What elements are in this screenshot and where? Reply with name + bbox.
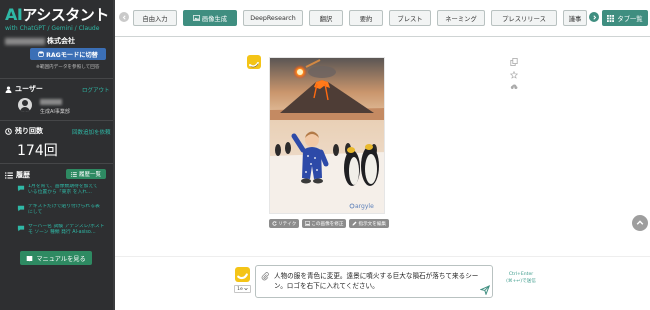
divider: [0, 163, 115, 164]
tab-scroll-left-button[interactable]: [119, 12, 129, 22]
history-section-title: 履歴: [5, 170, 30, 180]
logo-subtitle: with ChatGPT / Gemini / Claude: [5, 25, 100, 32]
database-icon: [38, 51, 44, 57]
image-watermark: argyle: [355, 203, 374, 210]
sidebar: AIアシスタント with ChatGPT / Gemini / Claude …: [0, 0, 115, 310]
rag-mode-button[interactable]: RAGモードに切替: [30, 48, 106, 60]
tab-deepresearch[interactable]: DeepResearch: [243, 10, 303, 26]
prompt-text[interactable]: 人物の服を青色に変更。遠景に噴火する巨大な隕石が落ちて来るシーン。ロゴを右下に入…: [274, 271, 479, 291]
user-department: 生成AI事業部: [40, 109, 70, 115]
scroll-to-top-button[interactable]: [632, 215, 648, 231]
chevron-up-icon: [636, 220, 644, 225]
copy-icon[interactable]: [510, 58, 518, 66]
assistant-avatar: [247, 55, 261, 69]
chevron-down-icon: [244, 287, 248, 291]
grid-icon: [607, 14, 615, 22]
retake-button[interactable]: リテイク: [269, 219, 300, 228]
refresh-icon: [272, 221, 277, 226]
chat-icon: [17, 205, 25, 212]
prompt-input[interactable]: 人物の服を青色に変更。遠景に噴火する巨大な隕石が落ちて来るシーン。ロゴを右下に入…: [255, 265, 493, 298]
app-logo: AIアシスタント: [5, 5, 109, 24]
model-select[interactable]: 1e: [234, 285, 251, 293]
edit-image-button[interactable]: この画像を修正: [302, 219, 347, 228]
list-icon: [5, 171, 13, 179]
list-icon: [71, 171, 77, 177]
avatar: [18, 98, 32, 112]
chat-icon: [17, 185, 25, 192]
divider: [0, 78, 115, 79]
divider: [0, 120, 115, 121]
logout-link[interactable]: ログアウト: [82, 86, 110, 94]
manual-button[interactable]: マニュアルを見る: [20, 251, 92, 265]
company-name-redacted: [5, 37, 45, 45]
remaining-section-title: 残り回数: [5, 126, 43, 136]
model-avatar: [235, 267, 250, 282]
divider: [115, 256, 650, 257]
chat-area: argyle リテイク この画像を修正 指示文を編集 1e 人物の服を青色に変更…: [115, 37, 650, 310]
send-shortcut-hint: Ctrl+Enter (⌘+↩)で送信: [506, 272, 536, 284]
edit-prompt-button[interactable]: 指示文を編集: [349, 219, 390, 228]
tab-scroll-right-button[interactable]: [589, 12, 599, 22]
company-name: 株式会社: [5, 36, 75, 46]
remaining-count: 174回: [17, 143, 58, 159]
pencil-icon: [352, 221, 357, 226]
banana-icon: [249, 62, 259, 68]
image-action-bar: リテイク この画像を修正 指示文を編集: [269, 219, 390, 228]
chevron-right-icon: [592, 14, 596, 20]
cloud-download-icon[interactable]: [510, 83, 518, 91]
star-icon[interactable]: [510, 71, 518, 79]
send-icon[interactable]: [480, 285, 490, 295]
banana-icon: [237, 273, 248, 280]
history-item[interactable]: 1月を育て、画像数期待を加えて いる位置から「東京 を入れ…: [17, 184, 111, 197]
image-icon: [192, 15, 200, 21]
paperclip-icon[interactable]: [261, 272, 269, 281]
clock-icon: [5, 127, 12, 135]
book-icon: [27, 255, 33, 261]
user-name-redacted: [40, 99, 62, 105]
tab-press-release[interactable]: プレスリリース: [491, 10, 557, 26]
chevron-left-icon: [122, 14, 126, 20]
tab-free-input[interactable]: 自由入力: [133, 10, 177, 26]
tab-translation[interactable]: 翻訳: [309, 10, 343, 26]
request-more-link[interactable]: 回数追加を依頼: [72, 128, 111, 136]
rag-note: ※範囲内データを参照して回答: [36, 65, 100, 70]
tab-image-generation[interactable]: 画像生成: [183, 10, 237, 26]
history-list-button[interactable]: 履歴一覧: [66, 169, 106, 179]
history-item[interactable]: サーバー名 試験 アテンスレ/ホスト モ ソーン 種類 発行 AI-asiso…: [17, 224, 111, 237]
user-section-title: ユーザー: [5, 84, 43, 94]
chat-icon: [17, 225, 25, 232]
tab-brainstorm[interactable]: ブレスト: [389, 10, 431, 26]
image-edit-icon: [305, 221, 311, 226]
tab-bar: 自由入力 画像生成 DeepResearch 翻訳 要約 ブレスト ネーミング …: [115, 0, 650, 37]
history-item[interactable]: テキストだけで貼り付けられる表 にして: [17, 204, 111, 217]
tab-naming[interactable]: ネーミング: [437, 10, 485, 26]
app-window: AIアシスタント with ChatGPT / Gemini / Claude …: [0, 0, 650, 310]
user-icon: [5, 85, 12, 93]
tab-summary[interactable]: 要約: [349, 10, 383, 26]
tab-list-button[interactable]: タブ一覧: [602, 10, 648, 26]
generated-image-art: argyle: [270, 58, 384, 213]
tab-minutes[interactable]: 議事: [563, 10, 587, 26]
generated-image[interactable]: argyle: [269, 57, 385, 214]
